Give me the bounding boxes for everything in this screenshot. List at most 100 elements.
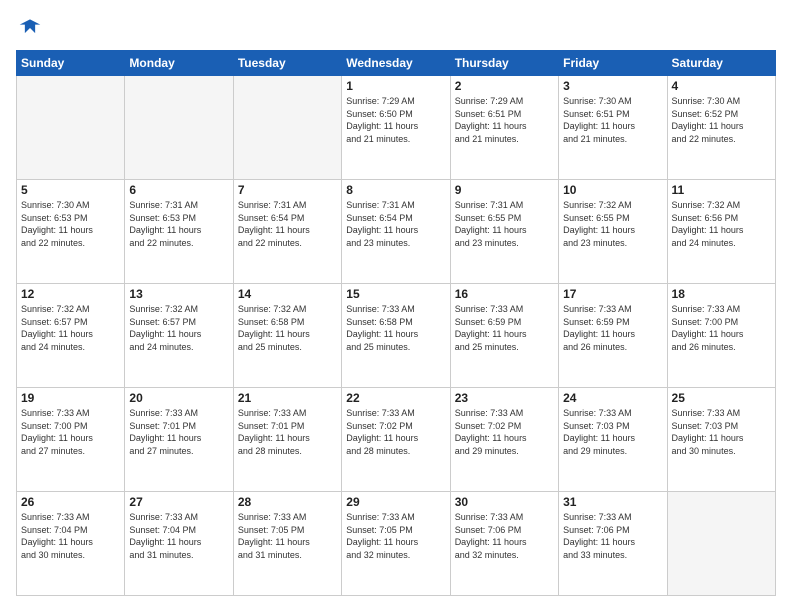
weekday-header-sunday: Sunday (17, 51, 125, 76)
day-info: Sunrise: 7:29 AM Sunset: 6:51 PM Dayligh… (455, 95, 554, 145)
day-cell: 31 Sunrise: 7:33 AM Sunset: 7:06 PM Dayli… (559, 492, 667, 596)
day-number: 1 (346, 79, 445, 93)
day-info: Sunrise: 7:32 AM Sunset: 6:57 PM Dayligh… (21, 303, 120, 353)
day-number: 3 (563, 79, 662, 93)
day-number: 10 (563, 183, 662, 197)
day-info: Sunrise: 7:32 AM Sunset: 6:58 PM Dayligh… (238, 303, 337, 353)
day-cell: 25 Sunrise: 7:33 AM Sunset: 7:03 PM Dayli… (667, 388, 775, 492)
day-number: 27 (129, 495, 228, 509)
day-number: 31 (563, 495, 662, 509)
day-number: 25 (672, 391, 771, 405)
day-cell: 1 Sunrise: 7:29 AM Sunset: 6:50 PM Daylig… (342, 76, 450, 180)
day-info: Sunrise: 7:33 AM Sunset: 7:03 PM Dayligh… (563, 407, 662, 457)
day-info: Sunrise: 7:33 AM Sunset: 7:05 PM Dayligh… (238, 511, 337, 561)
day-number: 5 (21, 183, 120, 197)
calendar-table: SundayMondayTuesdayWednesdayThursdayFrid… (16, 50, 776, 596)
day-number: 17 (563, 287, 662, 301)
day-info: Sunrise: 7:33 AM Sunset: 6:59 PM Dayligh… (455, 303, 554, 353)
week-row-3: 12 Sunrise: 7:32 AM Sunset: 6:57 PM Dayli… (17, 284, 776, 388)
day-cell: 9 Sunrise: 7:31 AM Sunset: 6:55 PM Daylig… (450, 180, 558, 284)
day-info: Sunrise: 7:30 AM Sunset: 6:52 PM Dayligh… (672, 95, 771, 145)
week-row-5: 26 Sunrise: 7:33 AM Sunset: 7:04 PM Dayli… (17, 492, 776, 596)
day-number: 19 (21, 391, 120, 405)
day-cell: 20Sunrise: 7:33 AM Sunset: 7:01 PM Dayli… (125, 388, 233, 492)
weekday-header-saturday: Saturday (667, 51, 775, 76)
day-cell: 10 Sunrise: 7:32 AM Sunset: 6:55 PM Dayli… (559, 180, 667, 284)
day-number: 18 (672, 287, 771, 301)
day-number: 7 (238, 183, 337, 197)
day-cell: 5Sunrise: 7:30 AM Sunset: 6:53 PM Daylig… (17, 180, 125, 284)
day-number: 20 (129, 391, 228, 405)
weekday-header-friday: Friday (559, 51, 667, 76)
day-cell: 16 Sunrise: 7:33 AM Sunset: 6:59 PM Dayli… (450, 284, 558, 388)
day-cell: 17 Sunrise: 7:33 AM Sunset: 6:59 PM Dayli… (559, 284, 667, 388)
day-number: 14 (238, 287, 337, 301)
day-cell: 19 Sunrise: 7:33 AM Sunset: 7:00 PM Dayli… (17, 388, 125, 492)
day-number: 11 (672, 183, 771, 197)
day-number: 9 (455, 183, 554, 197)
day-cell (17, 76, 125, 180)
day-cell: 2 Sunrise: 7:29 AM Sunset: 6:51 PM Daylig… (450, 76, 558, 180)
day-info: Sunrise: 7:33 AM Sunset: 7:00 PM Dayligh… (21, 407, 120, 457)
day-cell: 15 Sunrise: 7:33 AM Sunset: 6:58 PM Dayli… (342, 284, 450, 388)
day-info: Sunrise: 7:33 AM Sunset: 7:00 PM Dayligh… (672, 303, 771, 353)
day-info: Sunrise: 7:31 AM Sunset: 6:53 PM Dayligh… (129, 199, 228, 249)
day-number: 15 (346, 287, 445, 301)
day-number: 23 (455, 391, 554, 405)
day-info: Sunrise: 7:33 AM Sunset: 7:01 PM Dayligh… (238, 407, 337, 457)
day-cell: 8Sunrise: 7:31 AM Sunset: 6:54 PM Daylig… (342, 180, 450, 284)
day-info: Sunrise: 7:29 AM Sunset: 6:50 PM Dayligh… (346, 95, 445, 145)
weekday-header-tuesday: Tuesday (233, 51, 341, 76)
day-cell (125, 76, 233, 180)
page: SundayMondayTuesdayWednesdayThursdayFrid… (0, 0, 792, 612)
day-cell: 14 Sunrise: 7:32 AM Sunset: 6:58 PM Dayli… (233, 284, 341, 388)
day-cell: 7 Sunrise: 7:31 AM Sunset: 6:54 PM Daylig… (233, 180, 341, 284)
week-row-4: 19 Sunrise: 7:33 AM Sunset: 7:00 PM Dayli… (17, 388, 776, 492)
day-cell: 28Sunrise: 7:33 AM Sunset: 7:05 PM Dayli… (233, 492, 341, 596)
day-info: Sunrise: 7:31 AM Sunset: 6:54 PM Dayligh… (238, 199, 337, 249)
day-info: Sunrise: 7:32 AM Sunset: 6:57 PM Dayligh… (129, 303, 228, 353)
day-number: 26 (21, 495, 120, 509)
weekday-header-wednesday: Wednesday (342, 51, 450, 76)
day-number: 2 (455, 79, 554, 93)
day-cell: 11 Sunrise: 7:32 AM Sunset: 6:56 PM Dayli… (667, 180, 775, 284)
day-cell: 23 Sunrise: 7:33 AM Sunset: 7:02 PM Dayli… (450, 388, 558, 492)
day-cell: 30 Sunrise: 7:33 AM Sunset: 7:06 PM Dayli… (450, 492, 558, 596)
day-info: Sunrise: 7:33 AM Sunset: 7:02 PM Dayligh… (455, 407, 554, 457)
day-number: 6 (129, 183, 228, 197)
day-info: Sunrise: 7:33 AM Sunset: 7:04 PM Dayligh… (129, 511, 228, 561)
day-number: 21 (238, 391, 337, 405)
day-cell: 4 Sunrise: 7:30 AM Sunset: 6:52 PM Daylig… (667, 76, 775, 180)
day-info: Sunrise: 7:33 AM Sunset: 7:06 PM Dayligh… (563, 511, 662, 561)
day-number: 24 (563, 391, 662, 405)
day-number: 4 (672, 79, 771, 93)
day-number: 12 (21, 287, 120, 301)
day-cell: 21 Sunrise: 7:33 AM Sunset: 7:01 PM Dayli… (233, 388, 341, 492)
day-info: Sunrise: 7:32 AM Sunset: 6:56 PM Dayligh… (672, 199, 771, 249)
day-number: 30 (455, 495, 554, 509)
day-info: Sunrise: 7:32 AM Sunset: 6:55 PM Dayligh… (563, 199, 662, 249)
day-cell: 18 Sunrise: 7:33 AM Sunset: 7:00 PM Dayli… (667, 284, 775, 388)
week-row-2: 5Sunrise: 7:30 AM Sunset: 6:53 PM Daylig… (17, 180, 776, 284)
day-cell (667, 492, 775, 596)
day-number: 13 (129, 287, 228, 301)
day-info: Sunrise: 7:33 AM Sunset: 6:58 PM Dayligh… (346, 303, 445, 353)
day-number: 8 (346, 183, 445, 197)
day-number: 16 (455, 287, 554, 301)
weekday-header-row: SundayMondayTuesdayWednesdayThursdayFrid… (17, 51, 776, 76)
day-info: Sunrise: 7:33 AM Sunset: 7:02 PM Dayligh… (346, 407, 445, 457)
day-cell: 3Sunrise: 7:30 AM Sunset: 6:51 PM Daylig… (559, 76, 667, 180)
day-cell: 24 Sunrise: 7:33 AM Sunset: 7:03 PM Dayli… (559, 388, 667, 492)
day-info: Sunrise: 7:33 AM Sunset: 6:59 PM Dayligh… (563, 303, 662, 353)
day-cell: 13 Sunrise: 7:32 AM Sunset: 6:57 PM Dayli… (125, 284, 233, 388)
day-number: 22 (346, 391, 445, 405)
header (16, 16, 776, 40)
day-info: Sunrise: 7:31 AM Sunset: 6:55 PM Dayligh… (455, 199, 554, 249)
day-cell: 6 Sunrise: 7:31 AM Sunset: 6:53 PM Daylig… (125, 180, 233, 284)
week-row-1: 1 Sunrise: 7:29 AM Sunset: 6:50 PM Daylig… (17, 76, 776, 180)
day-info: Sunrise: 7:33 AM Sunset: 7:06 PM Dayligh… (455, 511, 554, 561)
logo (16, 16, 42, 40)
day-info: Sunrise: 7:33 AM Sunset: 7:04 PM Dayligh… (21, 511, 120, 561)
day-info: Sunrise: 7:33 AM Sunset: 7:03 PM Dayligh… (672, 407, 771, 457)
day-cell: 26 Sunrise: 7:33 AM Sunset: 7:04 PM Dayli… (17, 492, 125, 596)
